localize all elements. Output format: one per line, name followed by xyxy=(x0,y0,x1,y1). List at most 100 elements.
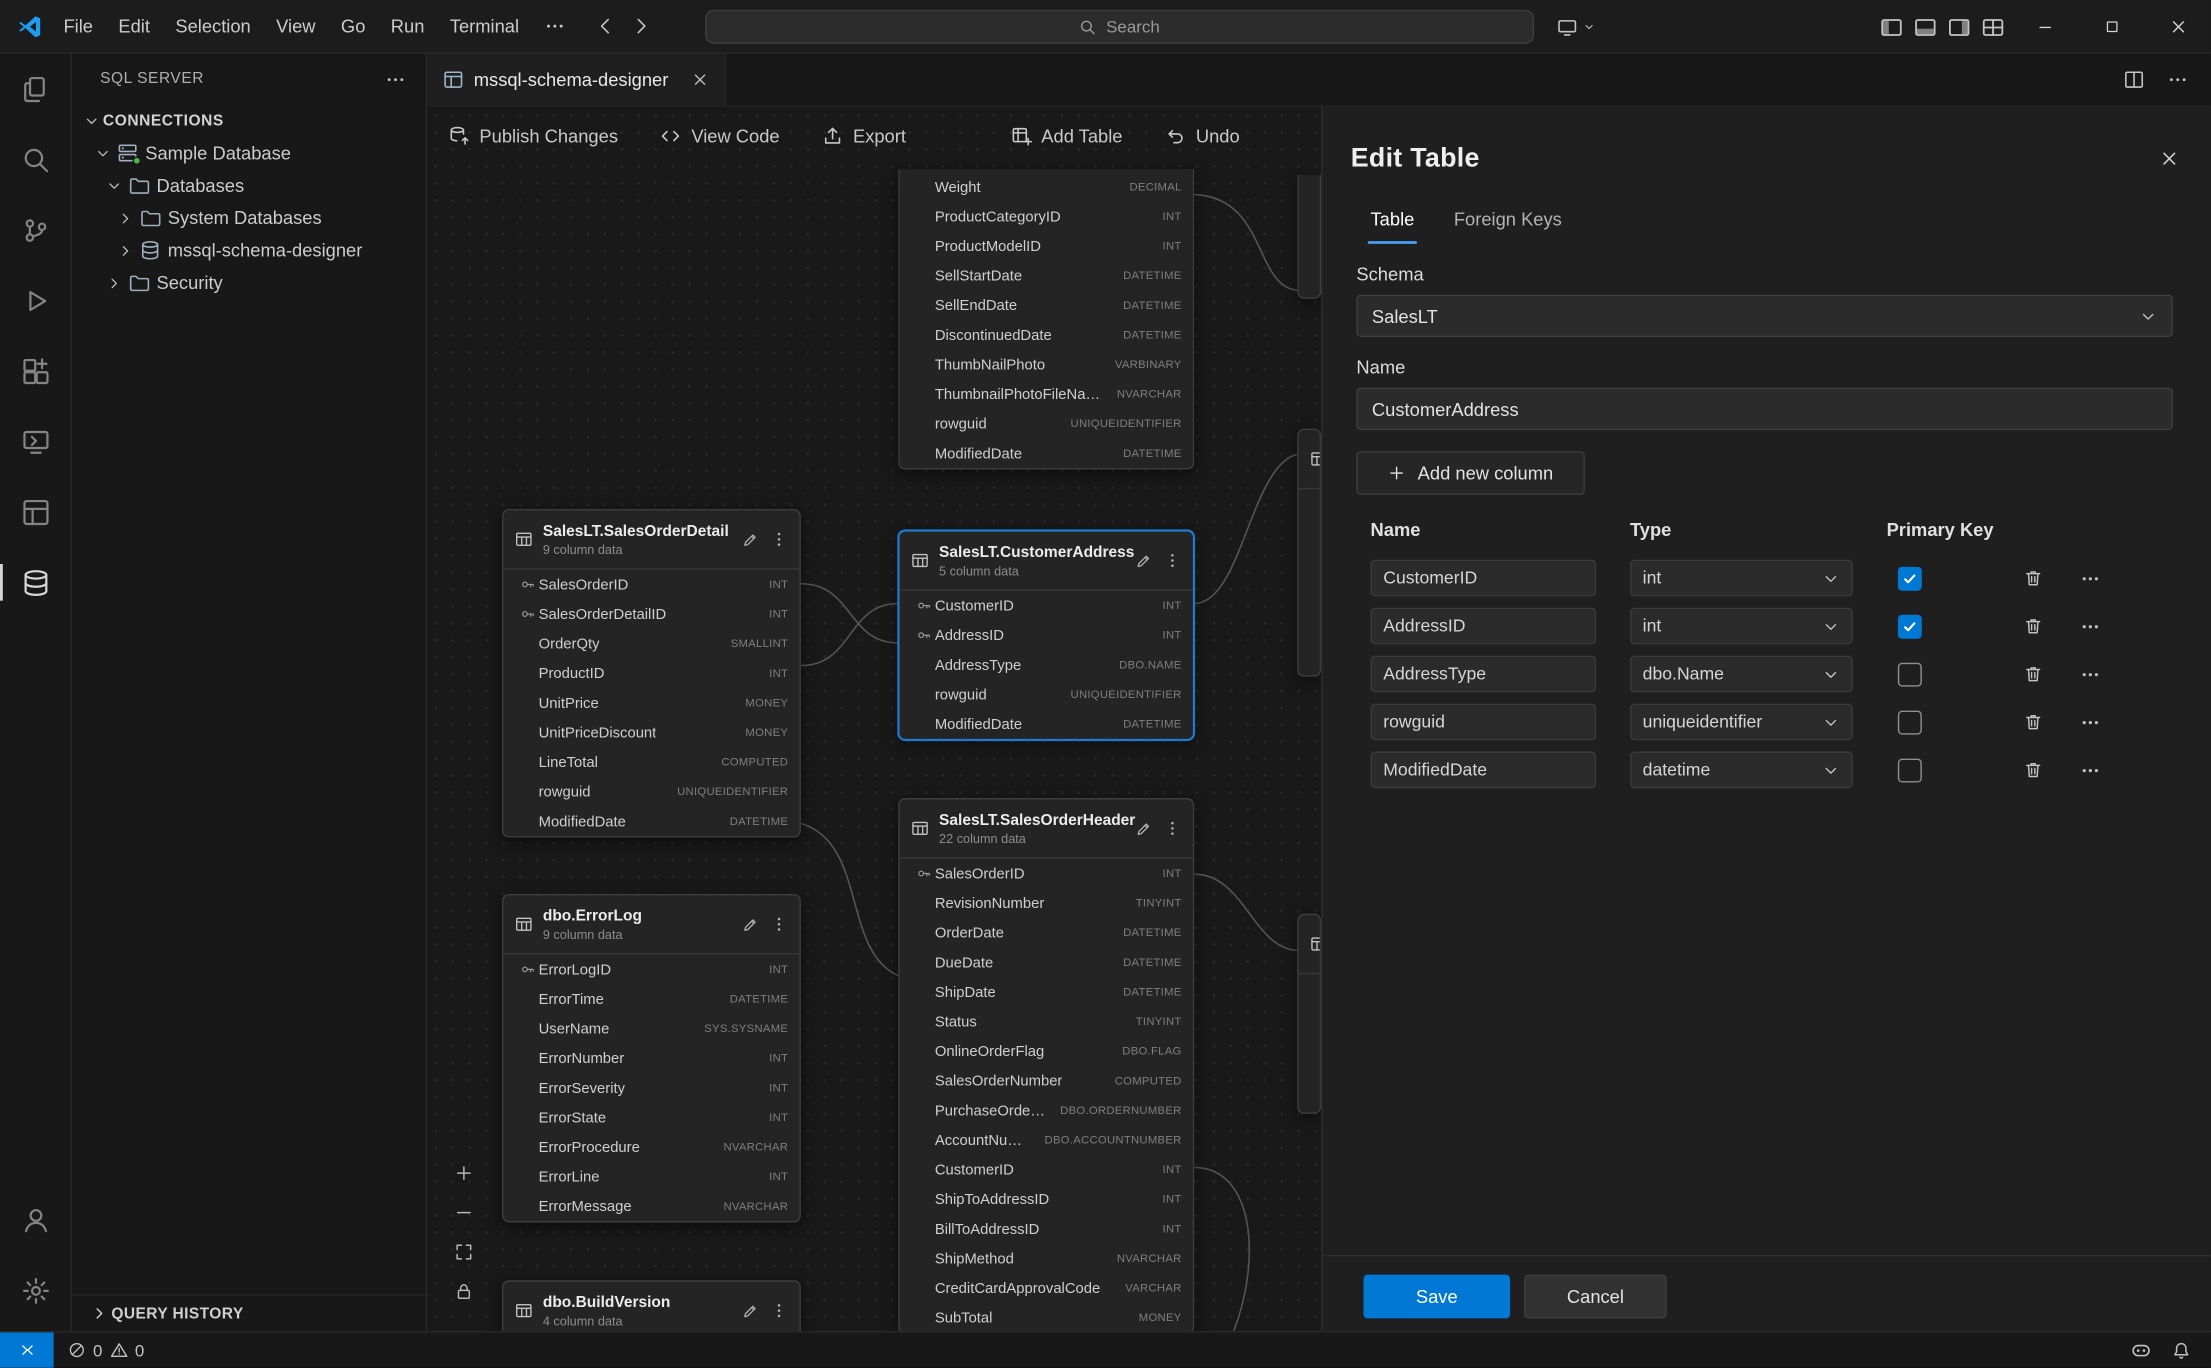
cancel-button[interactable]: Cancel xyxy=(1524,1275,1666,1319)
activity-source-control[interactable] xyxy=(0,195,71,265)
table-node-header[interactable]: SalesLT.SalesOrderDetail9 column data xyxy=(503,510,799,569)
tree-item-security[interactable]: Security xyxy=(72,266,426,298)
search-box[interactable]: Search xyxy=(705,10,1534,44)
remote-indicator[interactable] xyxy=(0,1332,54,1367)
tab-table[interactable]: Table xyxy=(1351,202,1434,244)
table-menu-icon[interactable] xyxy=(770,1301,788,1319)
activity-run-debug[interactable] xyxy=(0,265,71,336)
add-new-column-button[interactable]: Add new column xyxy=(1356,451,1584,495)
table-name-input[interactable] xyxy=(1356,388,2172,430)
tree-item-sample-database[interactable]: Sample Database xyxy=(72,137,426,169)
twisty-expanded-icon[interactable] xyxy=(102,177,126,194)
tab-close-icon[interactable] xyxy=(691,71,709,89)
lock-button[interactable] xyxy=(448,1276,479,1307)
tab-mssql-schema-designer[interactable]: mssql-schema-designer xyxy=(427,53,726,107)
primary-key-checkbox[interactable] xyxy=(1898,710,1922,734)
notifications-bell-icon[interactable] xyxy=(2171,1340,2191,1360)
table-node-header[interactable]: SalesLT.CustomerAddress5 column data xyxy=(900,532,1193,591)
primary-key-checkbox[interactable] xyxy=(1898,614,1922,638)
edit-table-pencil-icon[interactable] xyxy=(742,915,759,933)
activity-explorer[interactable] xyxy=(0,54,71,125)
toolbar-add-table-button[interactable]: Add Table xyxy=(1010,125,1122,146)
table-menu-icon[interactable] xyxy=(770,915,788,933)
table-menu-icon[interactable] xyxy=(770,530,788,548)
layout-grid-icon[interactable] xyxy=(1981,15,2005,39)
column-options-more-icon[interactable] xyxy=(2080,663,2101,684)
column-name-input[interactable] xyxy=(1371,752,1597,789)
activity-search[interactable] xyxy=(0,124,71,195)
menu-overflow-icon[interactable] xyxy=(532,11,579,41)
menu-view[interactable]: View xyxy=(263,11,328,41)
column-name-input[interactable] xyxy=(1371,608,1597,645)
zoom-in-button[interactable] xyxy=(448,1158,479,1189)
close-panel-icon[interactable] xyxy=(2159,148,2180,169)
table-node-header[interactable]: dbo.BuildVersion4 column data xyxy=(503,1282,799,1331)
column-type-select[interactable]: uniqueidentifier xyxy=(1630,704,1853,741)
tab-foreign-keys[interactable]: Foreign Keys xyxy=(1434,202,1581,244)
tree-item-connections[interactable]: CONNECTIONS xyxy=(72,104,426,136)
layout-left-icon[interactable] xyxy=(1880,15,1904,39)
toolbar-view-code-button[interactable]: View Code xyxy=(660,125,779,146)
tree-item-mssql-schema-designer[interactable]: mssql-schema-designer xyxy=(72,234,426,266)
delete-column-trash-icon[interactable] xyxy=(2023,712,2043,732)
sidebar-more-button[interactable] xyxy=(385,68,406,89)
column-type-select[interactable]: datetime xyxy=(1630,752,1853,789)
activity-account[interactable] xyxy=(0,1184,71,1255)
menu-run[interactable]: Run xyxy=(378,11,437,41)
table-node-hidden-table-1[interactable] xyxy=(1297,175,1321,299)
column-name-input[interactable] xyxy=(1371,560,1597,597)
tree-item-system-databases[interactable]: System Databases xyxy=(72,202,426,234)
twisty-collapsed-icon[interactable] xyxy=(102,274,126,291)
toolbar-publish-button[interactable]: Publish Changes xyxy=(448,125,618,146)
column-name-input[interactable] xyxy=(1371,704,1597,741)
column-type-select[interactable]: int xyxy=(1630,560,1853,597)
table-node-errorlog[interactable]: dbo.ErrorLog9 column dataErrorLogIDINTEr… xyxy=(502,894,801,1223)
twisty-expanded-icon[interactable] xyxy=(90,145,114,162)
problems-indicator[interactable]: 0 0 xyxy=(68,1340,145,1360)
table-node-header[interactable]: dbo.ErrorLog9 column data xyxy=(503,895,799,954)
go-back-button[interactable] xyxy=(595,16,616,37)
table-node-header[interactable]: SalesLT.SalesOrderHeader22 column data xyxy=(900,799,1193,858)
minimize-button[interactable] xyxy=(2012,0,2078,54)
save-button[interactable]: Save xyxy=(1363,1275,1510,1319)
table-menu-icon[interactable] xyxy=(1163,819,1181,837)
table-node-product-partial[interactable]: WeightDECIMALProductCategoryIDINTProduct… xyxy=(898,169,1194,469)
edit-table-pencil-icon[interactable] xyxy=(742,530,759,548)
column-options-more-icon[interactable] xyxy=(2080,615,2101,636)
go-forward-button[interactable] xyxy=(630,16,651,37)
table-node-header[interactable] xyxy=(1299,430,1322,489)
table-node-salesorderdetail[interactable]: SalesLT.SalesOrderDetail9 column dataSal… xyxy=(502,509,801,838)
edit-table-pencil-icon[interactable] xyxy=(1135,551,1152,569)
menu-terminal[interactable]: Terminal xyxy=(437,11,532,41)
table-node-buildversion[interactable]: dbo.BuildVersion4 column data xyxy=(502,1280,801,1331)
delete-column-trash-icon[interactable] xyxy=(2023,664,2043,684)
delete-column-trash-icon[interactable] xyxy=(2023,760,2043,780)
layout-right-icon[interactable] xyxy=(1947,15,1971,39)
split-editor-icon[interactable] xyxy=(2123,69,2144,90)
table-node-hidden-table-2[interactable] xyxy=(1297,429,1321,677)
copilot-icon[interactable] xyxy=(2131,1340,2152,1361)
table-node-customeraddress[interactable]: SalesLT.CustomerAddress5 column dataCust… xyxy=(898,530,1194,740)
copilot-indicator[interactable] xyxy=(1557,0,1596,54)
fit-view-button[interactable] xyxy=(448,1237,479,1268)
primary-key-checkbox[interactable] xyxy=(1898,758,1922,782)
toolbar-export-button[interactable]: Export xyxy=(822,125,906,146)
activity-settings[interactable] xyxy=(0,1255,71,1326)
twisty-collapsed-icon[interactable] xyxy=(113,242,137,259)
twisty-collapsed-icon[interactable] xyxy=(113,209,137,226)
menu-file[interactable]: File xyxy=(51,11,106,41)
column-options-more-icon[interactable] xyxy=(2080,568,2101,589)
primary-key-checkbox[interactable] xyxy=(1898,566,1922,590)
zoom-out-button[interactable] xyxy=(448,1197,479,1228)
column-type-select[interactable]: int xyxy=(1630,608,1853,645)
toolbar-undo-button[interactable]: Undo xyxy=(1165,125,1240,146)
table-menu-icon[interactable] xyxy=(1163,551,1181,569)
layout-bottom-icon[interactable] xyxy=(1913,15,1937,39)
edit-table-pencil-icon[interactable] xyxy=(742,1301,759,1319)
table-node-salesorderheader[interactable]: SalesLT.SalesOrderHeader22 column dataSa… xyxy=(898,798,1194,1331)
primary-key-checkbox[interactable] xyxy=(1898,662,1922,686)
table-node-header[interactable] xyxy=(1299,915,1322,974)
schema-select[interactable]: SalesLT xyxy=(1356,295,2172,337)
edit-table-pencil-icon[interactable] xyxy=(1135,819,1152,837)
activity-remote-explorer[interactable] xyxy=(0,406,71,477)
